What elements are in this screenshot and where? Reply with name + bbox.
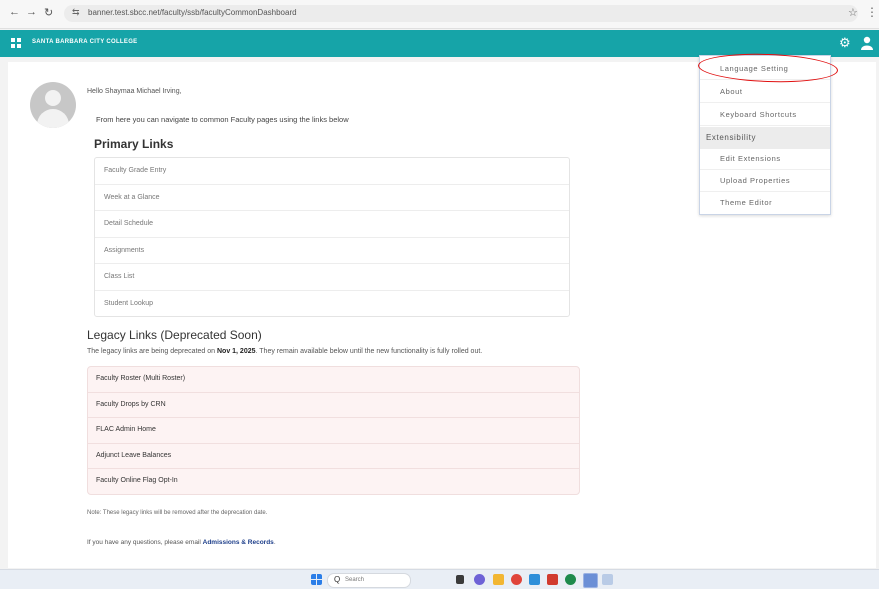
chrome-icon[interactable] — [511, 574, 522, 585]
contact-prefix: If you have any questions, please email — [87, 539, 203, 546]
removal-note: Note: These legacy links will be removed… — [87, 510, 268, 516]
app-grid-icon[interactable] — [11, 38, 21, 48]
legacy-link-drops-by-crn[interactable]: Faculty Drops by CRN — [88, 393, 579, 419]
teams-icon[interactable] — [474, 574, 485, 585]
search-icon: Q — [334, 575, 341, 584]
taskbar-search[interactable]: Q Search — [327, 573, 411, 588]
browser-toolbar: ← → ↻ ⇆ banner.test.sbcc.net/faculty/ssb… — [0, 0, 879, 29]
legacy-note-suffix: . They remain available below until the … — [255, 348, 483, 355]
app-red-icon[interactable] — [547, 574, 558, 585]
legacy-links-list: Faculty Roster (Multi Roster) Faculty Dr… — [87, 366, 580, 495]
legacy-link-faculty-roster[interactable]: Faculty Roster (Multi Roster) — [88, 367, 579, 393]
primary-link-assignments[interactable]: Assignments — [95, 238, 569, 264]
settings-gear-icon[interactable]: ⚙ — [839, 35, 851, 51]
windows-start-icon[interactable] — [311, 574, 322, 585]
bookmark-star-icon[interactable]: ☆ — [848, 6, 858, 19]
menu-item-edit-extensions[interactable]: Edit Extensions — [700, 148, 830, 170]
legacy-link-online-flag[interactable]: Faculty Online Flag Opt-In — [88, 469, 579, 494]
intro-text: From here you can navigate to common Fac… — [96, 115, 349, 124]
file-explorer-icon[interactable] — [493, 574, 504, 585]
browser-menu-icon[interactable]: ⋮ — [866, 5, 878, 19]
task-view-icon[interactable] — [456, 575, 464, 584]
greeting-text: Hello Shaymaa Michael Irving, — [87, 88, 182, 95]
url-text[interactable]: banner.test.sbcc.net/faculty/ssb/faculty… — [88, 8, 297, 17]
reload-icon[interactable]: ↻ — [44, 6, 53, 19]
os-taskbar: Q Search — [0, 569, 879, 589]
primary-link-week-at-a-glance[interactable]: Week at a Glance — [95, 185, 569, 211]
snipping-tool-icon[interactable] — [602, 574, 613, 585]
contact-suffix: . — [273, 539, 276, 546]
site-info-icon[interactable]: ⇆ — [72, 7, 80, 18]
menu-item-upload-properties[interactable]: Upload Properties — [700, 170, 830, 192]
menu-item-theme-editor[interactable]: Theme Editor — [700, 192, 830, 214]
primary-links-heading: Primary Links — [94, 137, 174, 151]
menu-section-extensibility: Extensibility — [700, 127, 830, 149]
legacy-note-prefix: The legacy links are being deprecated on — [87, 348, 217, 355]
avatar — [30, 82, 76, 128]
outlook-icon[interactable] — [529, 574, 540, 585]
primary-links-list: Faculty Grade Entry Week at a Glance Det… — [94, 157, 570, 317]
legacy-deprecation-note: The legacy links are being deprecated on… — [87, 348, 482, 355]
menu-item-about[interactable]: About — [700, 81, 830, 103]
primary-link-student-lookup[interactable]: Student Lookup — [95, 291, 569, 317]
college-brand[interactable]: SANTA BARBARA CITY COLLEGE — [32, 39, 137, 45]
legacy-links-heading: Legacy Links (Deprecated Soon) — [87, 328, 262, 342]
primary-link-detail-schedule[interactable]: Detail Schedule — [95, 211, 569, 238]
app-green-icon[interactable] — [565, 574, 576, 585]
legacy-link-flac-admin[interactable]: FLAC Admin Home — [88, 418, 579, 444]
forward-icon[interactable]: → — [26, 6, 37, 18]
search-placeholder: Search — [345, 577, 365, 583]
primary-link-grade-entry[interactable]: Faculty Grade Entry — [95, 158, 569, 185]
back-icon[interactable]: ← — [9, 6, 20, 18]
deprecation-date: Nov 1, 2025 — [216, 348, 256, 355]
legacy-link-adjunct-leave[interactable]: Adjunct Leave Balances — [88, 444, 579, 470]
active-app-icon[interactable] — [583, 573, 598, 588]
user-profile-icon[interactable] — [861, 36, 873, 50]
address-bar[interactable]: ⇆ banner.test.sbcc.net/faculty/ssb/facul… — [64, 5, 858, 22]
primary-link-class-list[interactable]: Class List — [95, 264, 569, 291]
admissions-records-link[interactable]: Admissions & Records — [203, 539, 274, 546]
contact-note: If you have any questions, please email … — [87, 539, 276, 546]
menu-item-keyboard-shortcuts[interactable]: Keyboard Shortcuts — [700, 104, 830, 126]
